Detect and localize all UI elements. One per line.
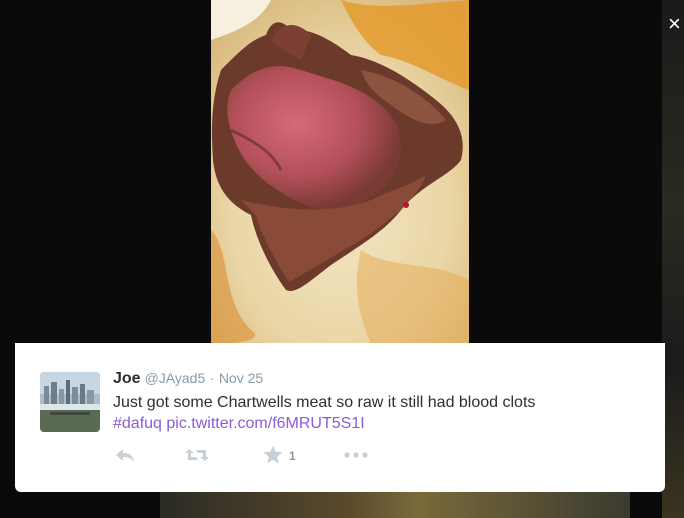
- tweet-photo[interactable]: [211, 0, 469, 344]
- close-icon[interactable]: ×: [668, 12, 684, 36]
- background-timeline-edge-bottom: [160, 492, 630, 518]
- avatar[interactable]: [40, 372, 100, 432]
- retweet-icon: [185, 449, 209, 461]
- reply-icon: [116, 449, 134, 462]
- meta-separator: ·: [209, 370, 215, 386]
- background-timeline-edge: [662, 0, 684, 518]
- star-icon: [263, 445, 283, 464]
- more-icon: [344, 452, 368, 458]
- user-handle[interactable]: @JAyad5: [145, 370, 206, 386]
- tweet-header: Joe @JAyad5 · Nov 25: [113, 370, 263, 388]
- favorite-count: 1: [289, 449, 296, 463]
- pic-link[interactable]: pic.twitter.com/f6MRUT5S1I: [166, 415, 364, 432]
- tweet-body: Just got some Chartwells meat so raw it …: [113, 394, 536, 411]
- tweet-card: Joe @JAyad5 · Nov 25 Just got some Chartw…: [15, 343, 665, 492]
- favorite-button[interactable]: [261, 443, 285, 467]
- user-name[interactable]: Joe: [113, 370, 141, 387]
- steak-photo-image: [211, 0, 469, 344]
- more-button[interactable]: [343, 443, 369, 467]
- retweet-button[interactable]: [183, 443, 211, 467]
- tweet-timestamp[interactable]: Nov 25: [219, 370, 263, 386]
- hashtag-link[interactable]: #dafuq: [113, 415, 162, 432]
- avatar-image: [40, 372, 100, 432]
- tweet-text: Just got some Chartwells meat so raw it …: [113, 392, 633, 434]
- reply-button[interactable]: [113, 443, 137, 467]
